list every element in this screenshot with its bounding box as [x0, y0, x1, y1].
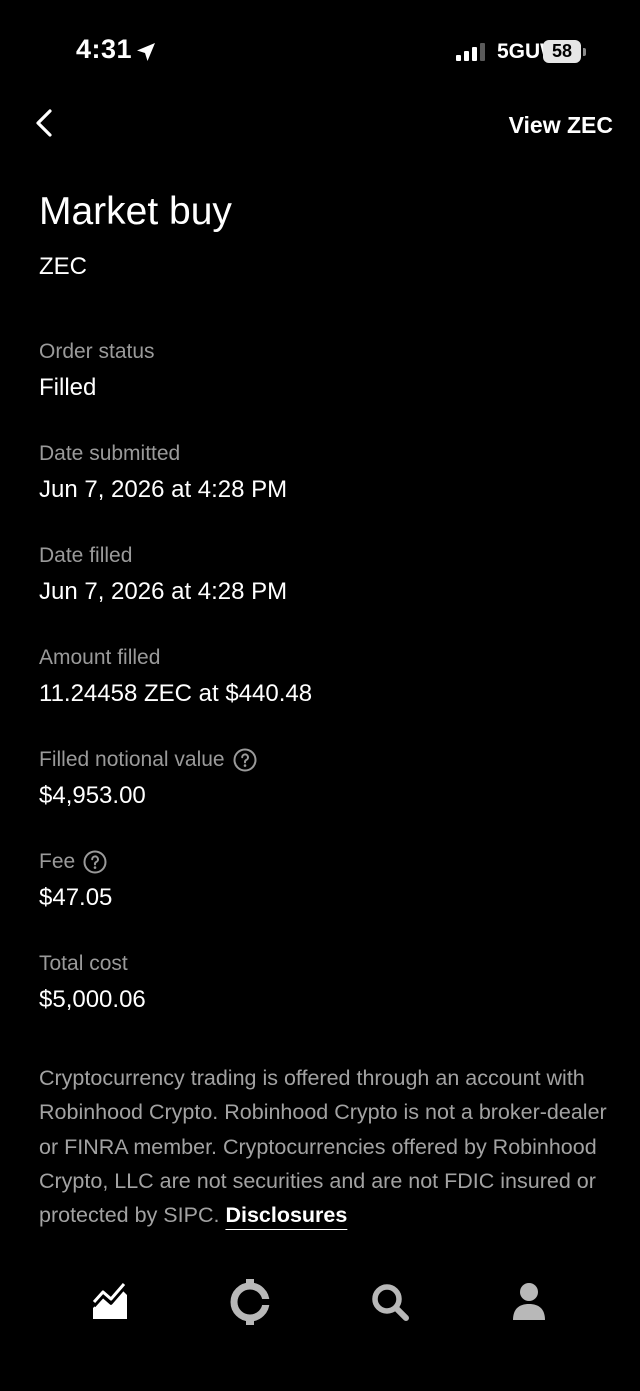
- location-arrow-icon: [137, 43, 155, 61]
- detail-row-filled-notional-value: Filled notional value $4,953.00: [39, 746, 599, 848]
- detail-value: Jun 7, 2026 at 4:28 PM: [39, 476, 288, 503]
- tab-search[interactable]: [358, 1270, 422, 1334]
- tab-investing[interactable]: [78, 1270, 142, 1334]
- account-person-icon: [513, 1283, 545, 1320]
- cellular-signal-icon: [456, 43, 485, 61]
- disclaimer: Cryptocurrency trading is offered throug…: [39, 1061, 611, 1232]
- detail-value: $47.05: [39, 884, 113, 911]
- battery-indicator: 58: [543, 40, 581, 63]
- detail-row-order-status: Order status Filled: [39, 338, 599, 440]
- page-title: Market buy: [39, 190, 232, 233]
- detail-row-fee: Fee $47.05: [39, 848, 599, 950]
- detail-label: Amount filled: [39, 646, 161, 669]
- crypto-coin-icon: [230, 1279, 270, 1325]
- detail-label: Order status: [39, 340, 155, 363]
- detail-value: Jun 7, 2026 at 4:28 PM: [39, 578, 288, 605]
- tab-crypto[interactable]: [218, 1270, 282, 1334]
- help-circle-icon[interactable]: [233, 748, 257, 772]
- investing-chart-icon: [92, 1283, 127, 1319]
- detail-value: $4,953.00: [39, 782, 146, 809]
- detail-value: $5,000.06: [39, 986, 146, 1013]
- detail-label: Date filled: [39, 544, 133, 567]
- status-time: 4:31: [76, 34, 133, 64]
- detail-row-amount-filled: Amount filled 11.24458 ZEC at $440.48: [39, 644, 599, 746]
- detail-label: Fee: [39, 850, 76, 873]
- detail-value: 11.24458 ZEC at $440.48: [39, 680, 313, 707]
- battery-tip: [583, 48, 586, 56]
- disclosures-link[interactable]: Disclosures: [225, 1203, 347, 1227]
- asset-symbol: ZEC: [39, 253, 87, 280]
- detail-label: Filled notional value: [39, 748, 225, 771]
- chevron-left-icon[interactable]: [30, 106, 62, 140]
- bottom-tab-bar: [0, 1270, 640, 1334]
- help-circle-icon[interactable]: [83, 850, 107, 874]
- detail-row-date-filled: Date filled Jun 7, 2026 at 4:28 PM: [39, 542, 599, 644]
- detail-value: Filled: [39, 374, 97, 401]
- status-bar: 4:31 5GUW 58: [0, 0, 640, 100]
- detail-label: Total cost: [39, 952, 128, 975]
- order-details: Order status Filled Date submitted Jun 7…: [39, 338, 599, 1052]
- detail-label: Date submitted: [39, 442, 181, 465]
- tab-account[interactable]: [497, 1270, 561, 1334]
- battery-level: 58: [551, 41, 573, 61]
- view-asset-link[interactable]: View ZEC: [509, 112, 613, 139]
- detail-row-date-submitted: Date submitted Jun 7, 2026 at 4:28 PM: [39, 440, 599, 542]
- search-icon: [372, 1284, 409, 1321]
- detail-row-total-cost: Total cost $5,000.06: [39, 950, 599, 1052]
